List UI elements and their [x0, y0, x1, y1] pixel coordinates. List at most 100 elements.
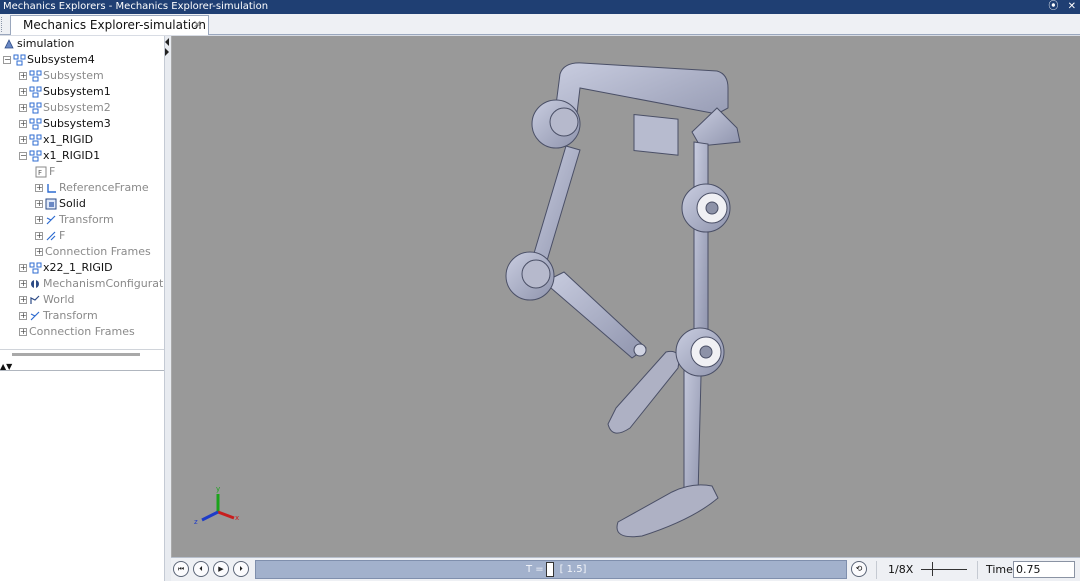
- left-link-upper: [531, 145, 581, 265]
- tree-node[interactable]: + Transform: [0, 212, 164, 228]
- expand-icon[interactable]: +: [19, 104, 27, 112]
- expand-icon[interactable]: +: [19, 328, 27, 336]
- tree-node-label: x1_RIGID1: [43, 149, 101, 162]
- subsystem-icon: [29, 86, 42, 98]
- tab-strip: Mechanics Explorer-simulation ✕: [0, 14, 1080, 35]
- tree-node[interactable]: + World: [0, 292, 164, 308]
- tree-node[interactable]: simulation: [0, 36, 164, 52]
- expand-icon[interactable]: +: [19, 312, 27, 320]
- transform-icon: [29, 310, 42, 322]
- axis-triad: y x z: [194, 485, 239, 526]
- expand-icon[interactable]: +: [19, 264, 27, 272]
- expand-icon[interactable]: +: [19, 72, 27, 80]
- tree-horizontal-scrollbar[interactable]: [12, 353, 140, 356]
- tree-node-label: Connection Frames: [29, 325, 135, 338]
- expand-icon[interactable]: +: [19, 120, 27, 128]
- left-link-lower: [543, 271, 647, 359]
- left-foot-plate: [607, 350, 680, 434]
- collapse-right-icon[interactable]: [165, 48, 169, 56]
- tree-node-label: Subsystem4: [27, 53, 95, 66]
- model-icon: [3, 38, 16, 50]
- expand-icon[interactable]: +: [35, 248, 43, 256]
- pin-icon[interactable]: ⦿: [1048, 1, 1058, 12]
- expand-icon[interactable]: +: [19, 296, 27, 304]
- collapse-icon[interactable]: −: [19, 152, 27, 160]
- tree-node-label: simulation: [17, 37, 75, 50]
- close-icon[interactable]: ✕: [1068, 1, 1076, 12]
- tree-node[interactable]: + F: [0, 228, 164, 244]
- window-title: Mechanics Explorers - Mechanics Explorer…: [3, 1, 269, 12]
- expand-icon[interactable]: +: [35, 200, 43, 208]
- timeline-thumb[interactable]: [546, 562, 554, 577]
- svg-text:F: F: [38, 169, 42, 177]
- tree-node-label: Transform: [59, 213, 114, 226]
- toolbar-separator: [977, 561, 978, 579]
- tree-node[interactable]: FF: [0, 164, 164, 180]
- subsystem-icon: [29, 134, 42, 146]
- joint-right-upper: [681, 183, 731, 233]
- tree-node[interactable]: − x1_RIGID1: [0, 148, 164, 164]
- tree-node[interactable]: + MechanismConfiguratic: [0, 276, 164, 292]
- grip-handle[interactable]: [1, 17, 5, 32]
- tree-node-label: F: [49, 165, 56, 178]
- playback-speed: 1/8X: [888, 563, 914, 576]
- expand-icon[interactable]: +: [19, 280, 27, 288]
- toolbar-separator: [876, 561, 877, 579]
- step-forward-button[interactable]: ⏵: [233, 561, 249, 577]
- transform-icon: [45, 214, 58, 226]
- tree-node[interactable]: + Transform: [0, 308, 164, 324]
- tree-node[interactable]: + Connection Frames: [0, 324, 164, 340]
- joint-left-lower: [505, 251, 555, 301]
- speed-slider-track[interactable]: [921, 569, 967, 570]
- pager-arrows[interactable]: ▲▼: [0, 362, 12, 371]
- tree-pager[interactable]: ▲▼: [0, 363, 164, 371]
- joint-right-lower: [675, 327, 725, 377]
- tree-node[interactable]: + Solid: [0, 196, 164, 212]
- expand-icon[interactable]: +: [19, 88, 27, 96]
- tree-node-label: Subsystem3: [43, 117, 111, 130]
- tree-node-label: Solid: [59, 197, 86, 210]
- tree-node[interactable]: + x1_RIGID: [0, 132, 164, 148]
- tree-node[interactable]: + Subsystem: [0, 68, 164, 84]
- tree-node[interactable]: + Connection Frames: [0, 244, 164, 260]
- time-range: [ 1.5]: [559, 564, 587, 575]
- time-input[interactable]: [1013, 561, 1075, 578]
- panel-splitter[interactable]: [164, 36, 171, 581]
- tree-node[interactable]: + Subsystem2: [0, 100, 164, 116]
- tree-node-label: Subsystem: [43, 69, 104, 82]
- tree-node[interactable]: + x22_1_RIGID: [0, 260, 164, 276]
- axis-label-x: x: [235, 514, 239, 522]
- tree-node-label: Subsystem2: [43, 101, 111, 114]
- rewind-button[interactable]: ⏮: [173, 561, 189, 577]
- tab-close-icon[interactable]: ✕: [193, 16, 202, 34]
- joint-left-upper: [531, 99, 581, 149]
- expand-icon[interactable]: +: [35, 216, 43, 224]
- 3d-viewport[interactable]: y x z: [171, 36, 1080, 557]
- mechanism-config-icon: [29, 278, 42, 290]
- world-icon: [29, 294, 42, 306]
- mechanism-render: y x z: [194, 62, 741, 538]
- tree-node[interactable]: + Subsystem1: [0, 84, 164, 100]
- loop-button[interactable]: ⟲: [851, 561, 867, 577]
- tree-node[interactable]: − Subsystem4: [0, 52, 164, 68]
- collapse-icon[interactable]: −: [3, 56, 11, 64]
- expand-icon[interactable]: +: [19, 136, 27, 144]
- frame-icon: [45, 230, 58, 242]
- tree-node[interactable]: + ReferenceFrame: [0, 180, 164, 196]
- play-icon: ▶: [218, 565, 224, 573]
- ankle-joint: [633, 343, 647, 357]
- speed-slider-knob[interactable]: [932, 562, 933, 576]
- collapse-left-icon[interactable]: [165, 38, 169, 46]
- expand-icon[interactable]: +: [35, 232, 43, 240]
- play-button[interactable]: ▶: [213, 561, 229, 577]
- expand-icon[interactable]: +: [35, 184, 43, 192]
- subsystem-icon: [29, 70, 42, 82]
- tree-node[interactable]: + Subsystem3: [0, 116, 164, 132]
- time-prefix: T =: [526, 564, 544, 575]
- timeline-label: T = [ 1.5]: [526, 561, 586, 578]
- rewind-icon: ⏮: [177, 565, 185, 573]
- timeline-track[interactable]: T = [ 1.5]: [255, 560, 847, 579]
- tab-mechanics-explorer-simulation[interactable]: Mechanics Explorer-simulation ✕: [10, 15, 209, 35]
- port-icon: F: [35, 166, 48, 178]
- step-back-button[interactable]: ⏴: [193, 561, 209, 577]
